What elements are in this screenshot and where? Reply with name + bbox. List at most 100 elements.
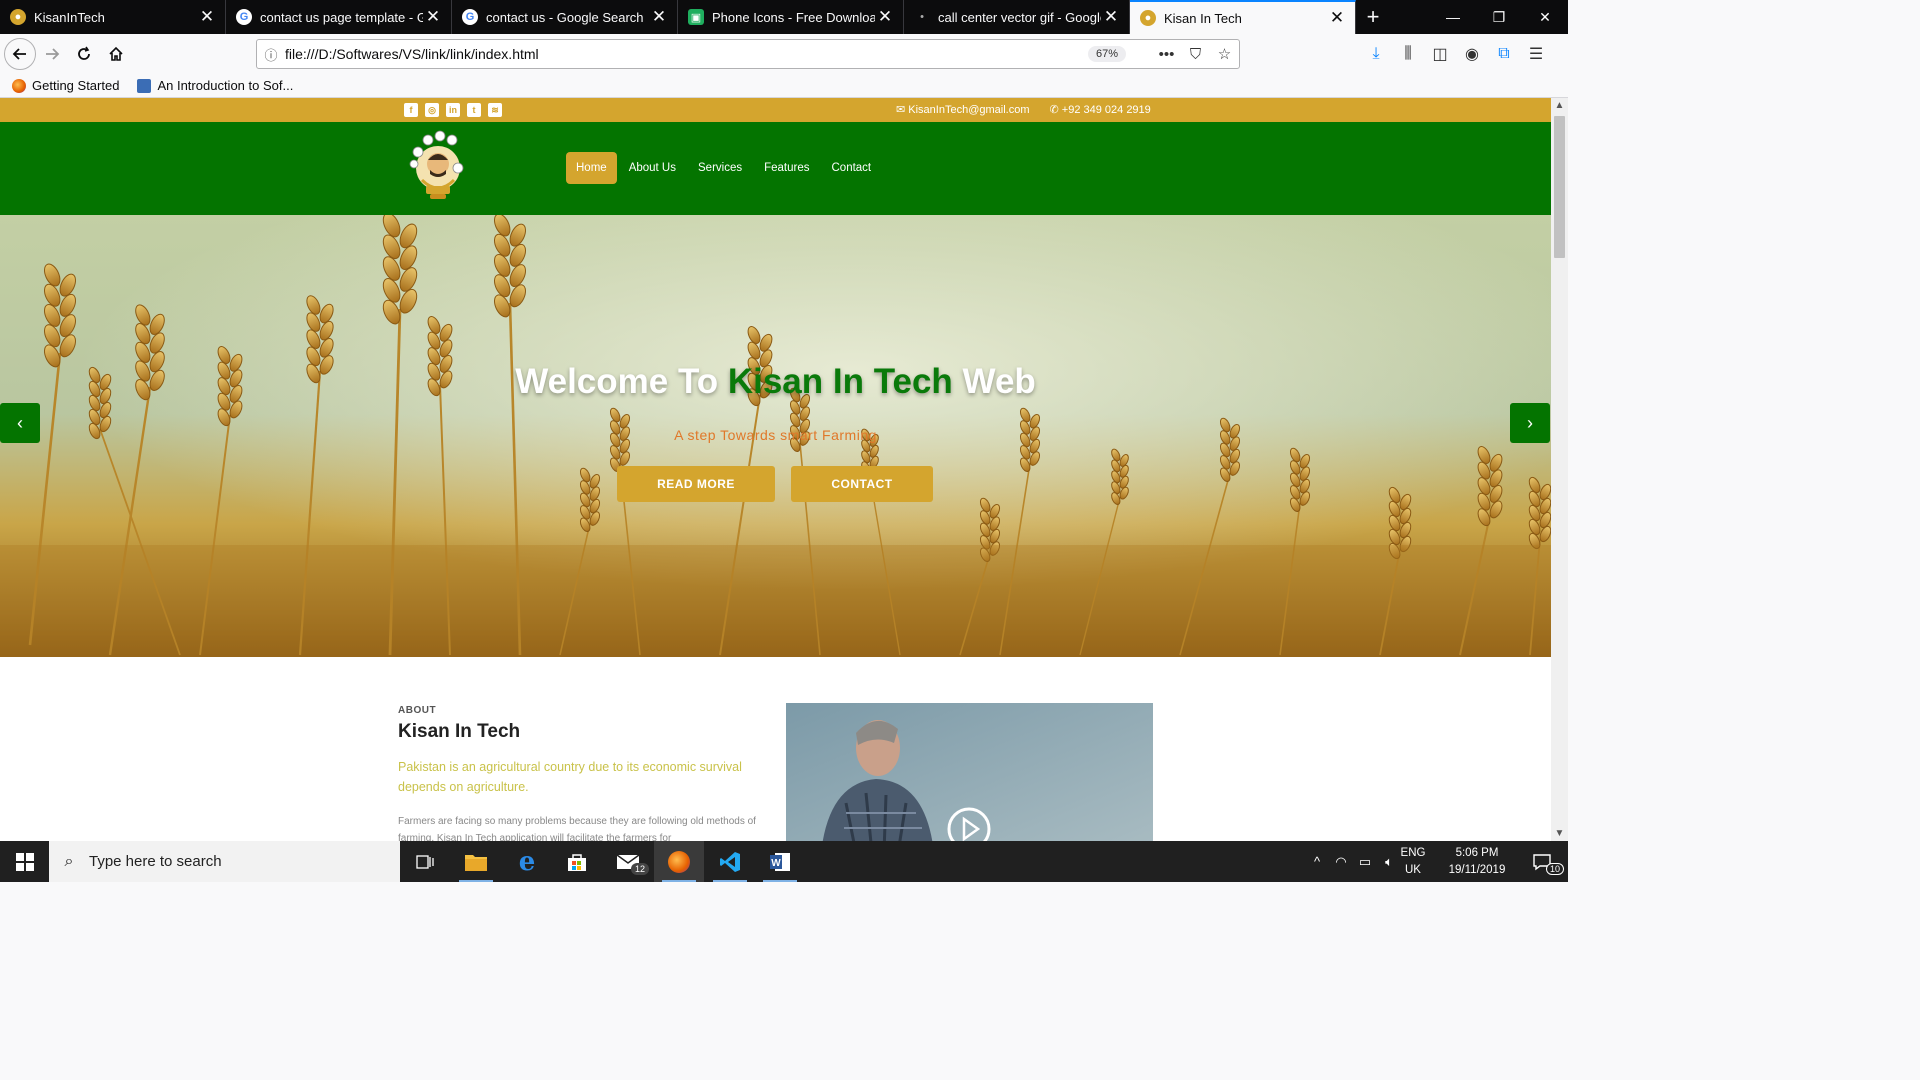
tab-kisanintech[interactable]: ● KisanInTech ✕ xyxy=(0,0,226,34)
url-text[interactable]: file:///D:/Softwares/VS/link/link/index.… xyxy=(285,46,1088,62)
language-code: ENG xyxy=(1400,847,1426,859)
taskbar-search[interactable]: ⌕ Type here to search xyxy=(49,841,400,882)
mail-app[interactable]: 12 xyxy=(603,841,653,882)
scroll-down-icon[interactable]: ▼ xyxy=(1551,828,1568,839)
twitter-icon[interactable]: t xyxy=(467,103,481,117)
tab-title: contact us page template - Go xyxy=(260,9,423,25)
tab-contact-template[interactable]: G contact us page template - Go ✕ xyxy=(226,0,452,34)
contact-button[interactable]: CONTACT xyxy=(791,466,933,502)
about-lead: Pakistan is an agricultural country due … xyxy=(398,760,742,794)
farmer-video-thumbnail[interactable] xyxy=(786,703,1153,841)
mail-badge: 12 xyxy=(631,863,650,875)
menu-icon[interactable]: ☰ xyxy=(1520,44,1552,64)
scroll-up-icon[interactable]: ▲ xyxy=(1551,100,1568,111)
toolbar-right: ⤓ ⫼ ◫ ◉ ⧉ ☰ xyxy=(1360,34,1552,74)
action-center-button[interactable]: 10 xyxy=(1522,841,1565,882)
tab-call-center[interactable]: • call center vector gif - Google ✕ xyxy=(904,0,1130,34)
library-icon[interactable]: ⫼ xyxy=(1392,45,1424,63)
bookmark-label: An Introduction to Sof... xyxy=(157,78,294,93)
pocket-icon[interactable]: ⛉ xyxy=(1181,46,1210,63)
synced-tabs-icon[interactable]: ⧉ xyxy=(1488,45,1520,63)
address-bar[interactable]: ⓘ file:///D:/Softwares/VS/link/link/inde… xyxy=(256,39,1240,69)
restore-icon[interactable]: ❐ xyxy=(1476,0,1522,34)
flaticon-favicon: ▣ xyxy=(688,9,704,25)
forward-button[interactable] xyxy=(36,38,68,70)
firefox-app[interactable] xyxy=(654,841,704,882)
nav-home[interactable]: Home xyxy=(566,152,617,184)
download-icon[interactable]: ⤓ xyxy=(1360,45,1392,63)
show-hidden-icons-icon[interactable]: ^ xyxy=(1305,854,1329,869)
minimize-icon[interactable]: — xyxy=(1430,0,1476,34)
edge-icon: e xyxy=(518,846,536,877)
nav-features[interactable]: Features xyxy=(754,152,819,184)
close-tab-icon[interactable]: ✕ xyxy=(197,7,217,27)
account-icon[interactable]: ◉ xyxy=(1456,44,1488,64)
close-tab-icon[interactable]: ✕ xyxy=(1101,7,1121,27)
store-app[interactable] xyxy=(552,841,602,882)
read-more-button[interactable]: READ MORE xyxy=(617,466,775,502)
bookmark-label: Getting Started xyxy=(32,78,120,93)
vscode-app[interactable] xyxy=(705,841,755,882)
sidebar-icon[interactable]: ◫ xyxy=(1424,44,1456,64)
scrollbar-thumb[interactable] xyxy=(1554,116,1565,258)
language-indicator[interactable]: ENG UK xyxy=(1398,845,1428,879)
hero-title-suffix: Web xyxy=(952,362,1036,401)
linkedin-icon[interactable]: in xyxy=(446,103,460,117)
clock[interactable]: 5:06 PM 19/11/2019 xyxy=(1438,845,1516,879)
about-title: Kisan In Tech xyxy=(398,721,521,742)
reload-button[interactable] xyxy=(68,38,100,70)
page-scrollbar[interactable]: ▲ ▼ xyxy=(1551,98,1568,841)
site-logo[interactable] xyxy=(406,130,470,204)
close-tab-icon[interactable]: ✕ xyxy=(649,7,669,27)
tab-kisan-in-tech[interactable]: ● Kisan In Tech ✕ xyxy=(1130,0,1356,34)
battery-icon[interactable]: ▭ xyxy=(1353,854,1377,870)
zoom-level-badge[interactable]: 67% xyxy=(1087,46,1126,62)
hero-title: Welcome To Kisan In Tech Web xyxy=(0,362,1551,402)
wifi-icon[interactable]: ◠ xyxy=(1329,854,1353,870)
search-icon: ⌕ xyxy=(64,852,74,870)
phone-contact[interactable]: ✆ +92 349 024 2919 xyxy=(1050,103,1151,116)
tab-strip: ● KisanInTech ✕ G contact us page templa… xyxy=(0,0,1568,34)
clock-time: 5:06 PM xyxy=(1455,847,1499,859)
task-view-button[interactable] xyxy=(400,841,450,882)
about-body: Farmers are facing so many problems beca… xyxy=(398,816,756,841)
bookmark-star-icon[interactable]: ☆ xyxy=(1210,45,1239,63)
firefox-icon xyxy=(668,850,690,873)
start-button[interactable] xyxy=(0,841,49,882)
new-tab-button[interactable]: + xyxy=(1356,0,1390,34)
page-actions-icon[interactable]: ••• xyxy=(1152,46,1181,63)
instagram-icon[interactable]: ◎ xyxy=(425,103,439,117)
envelope-icon: ✉ xyxy=(896,104,909,116)
bookmark-getting-started[interactable]: Getting Started xyxy=(12,78,119,93)
hero-carousel: Welcome To Kisan In Tech Web A step Towa… xyxy=(0,215,1551,657)
hero-subtitle: A step Towards smart Farming xyxy=(674,427,877,443)
facebook-icon[interactable]: f xyxy=(404,103,418,117)
home-button[interactable] xyxy=(100,38,132,70)
bookmark-intro-software[interactable]: An Introduction to Sof... xyxy=(137,78,293,93)
close-window-icon[interactable]: ✕ xyxy=(1522,0,1568,34)
tab-phone-icons[interactable]: ▣ Phone Icons - Free Download, ✕ xyxy=(678,0,904,34)
carousel-next-button[interactable]: › xyxy=(1510,403,1550,443)
navigation-toolbar: ⓘ file:///D:/Softwares/VS/link/link/inde… xyxy=(0,34,1568,74)
rss-icon[interactable]: ≋ xyxy=(488,103,502,117)
carousel-prev-button[interactable]: ‹ xyxy=(0,403,40,443)
site-info-icon[interactable]: ⓘ xyxy=(257,45,285,64)
nav-contact[interactable]: Contact xyxy=(822,152,882,184)
file-explorer-app[interactable] xyxy=(451,841,501,882)
close-tab-icon[interactable]: ✕ xyxy=(1327,8,1347,28)
word-icon: W xyxy=(770,852,790,871)
email-contact[interactable]: ✉ KisanInTech@gmail.com xyxy=(896,103,1030,116)
nav-about-us[interactable]: About Us xyxy=(619,152,686,184)
edge-app[interactable]: e xyxy=(502,841,552,882)
page-viewport: f ◎ in t ≋ ✉ KisanInTech@gmail.com ✆ +92… xyxy=(0,98,1551,841)
close-tab-icon[interactable]: ✕ xyxy=(423,7,443,27)
back-button[interactable] xyxy=(4,38,36,70)
close-tab-icon[interactable]: ✕ xyxy=(875,7,895,27)
tab-title: call center vector gif - Google xyxy=(938,9,1101,25)
about-kicker: ABOUT xyxy=(398,705,437,716)
tab-contact-search[interactable]: G contact us - Google Search ✕ xyxy=(452,0,678,34)
bookmarks-toolbar: Getting Started An Introduction to Sof..… xyxy=(0,74,1568,98)
nav-services[interactable]: Services xyxy=(688,152,752,184)
word-app[interactable]: W xyxy=(755,841,805,882)
clock-date: 19/11/2019 xyxy=(1448,864,1506,876)
